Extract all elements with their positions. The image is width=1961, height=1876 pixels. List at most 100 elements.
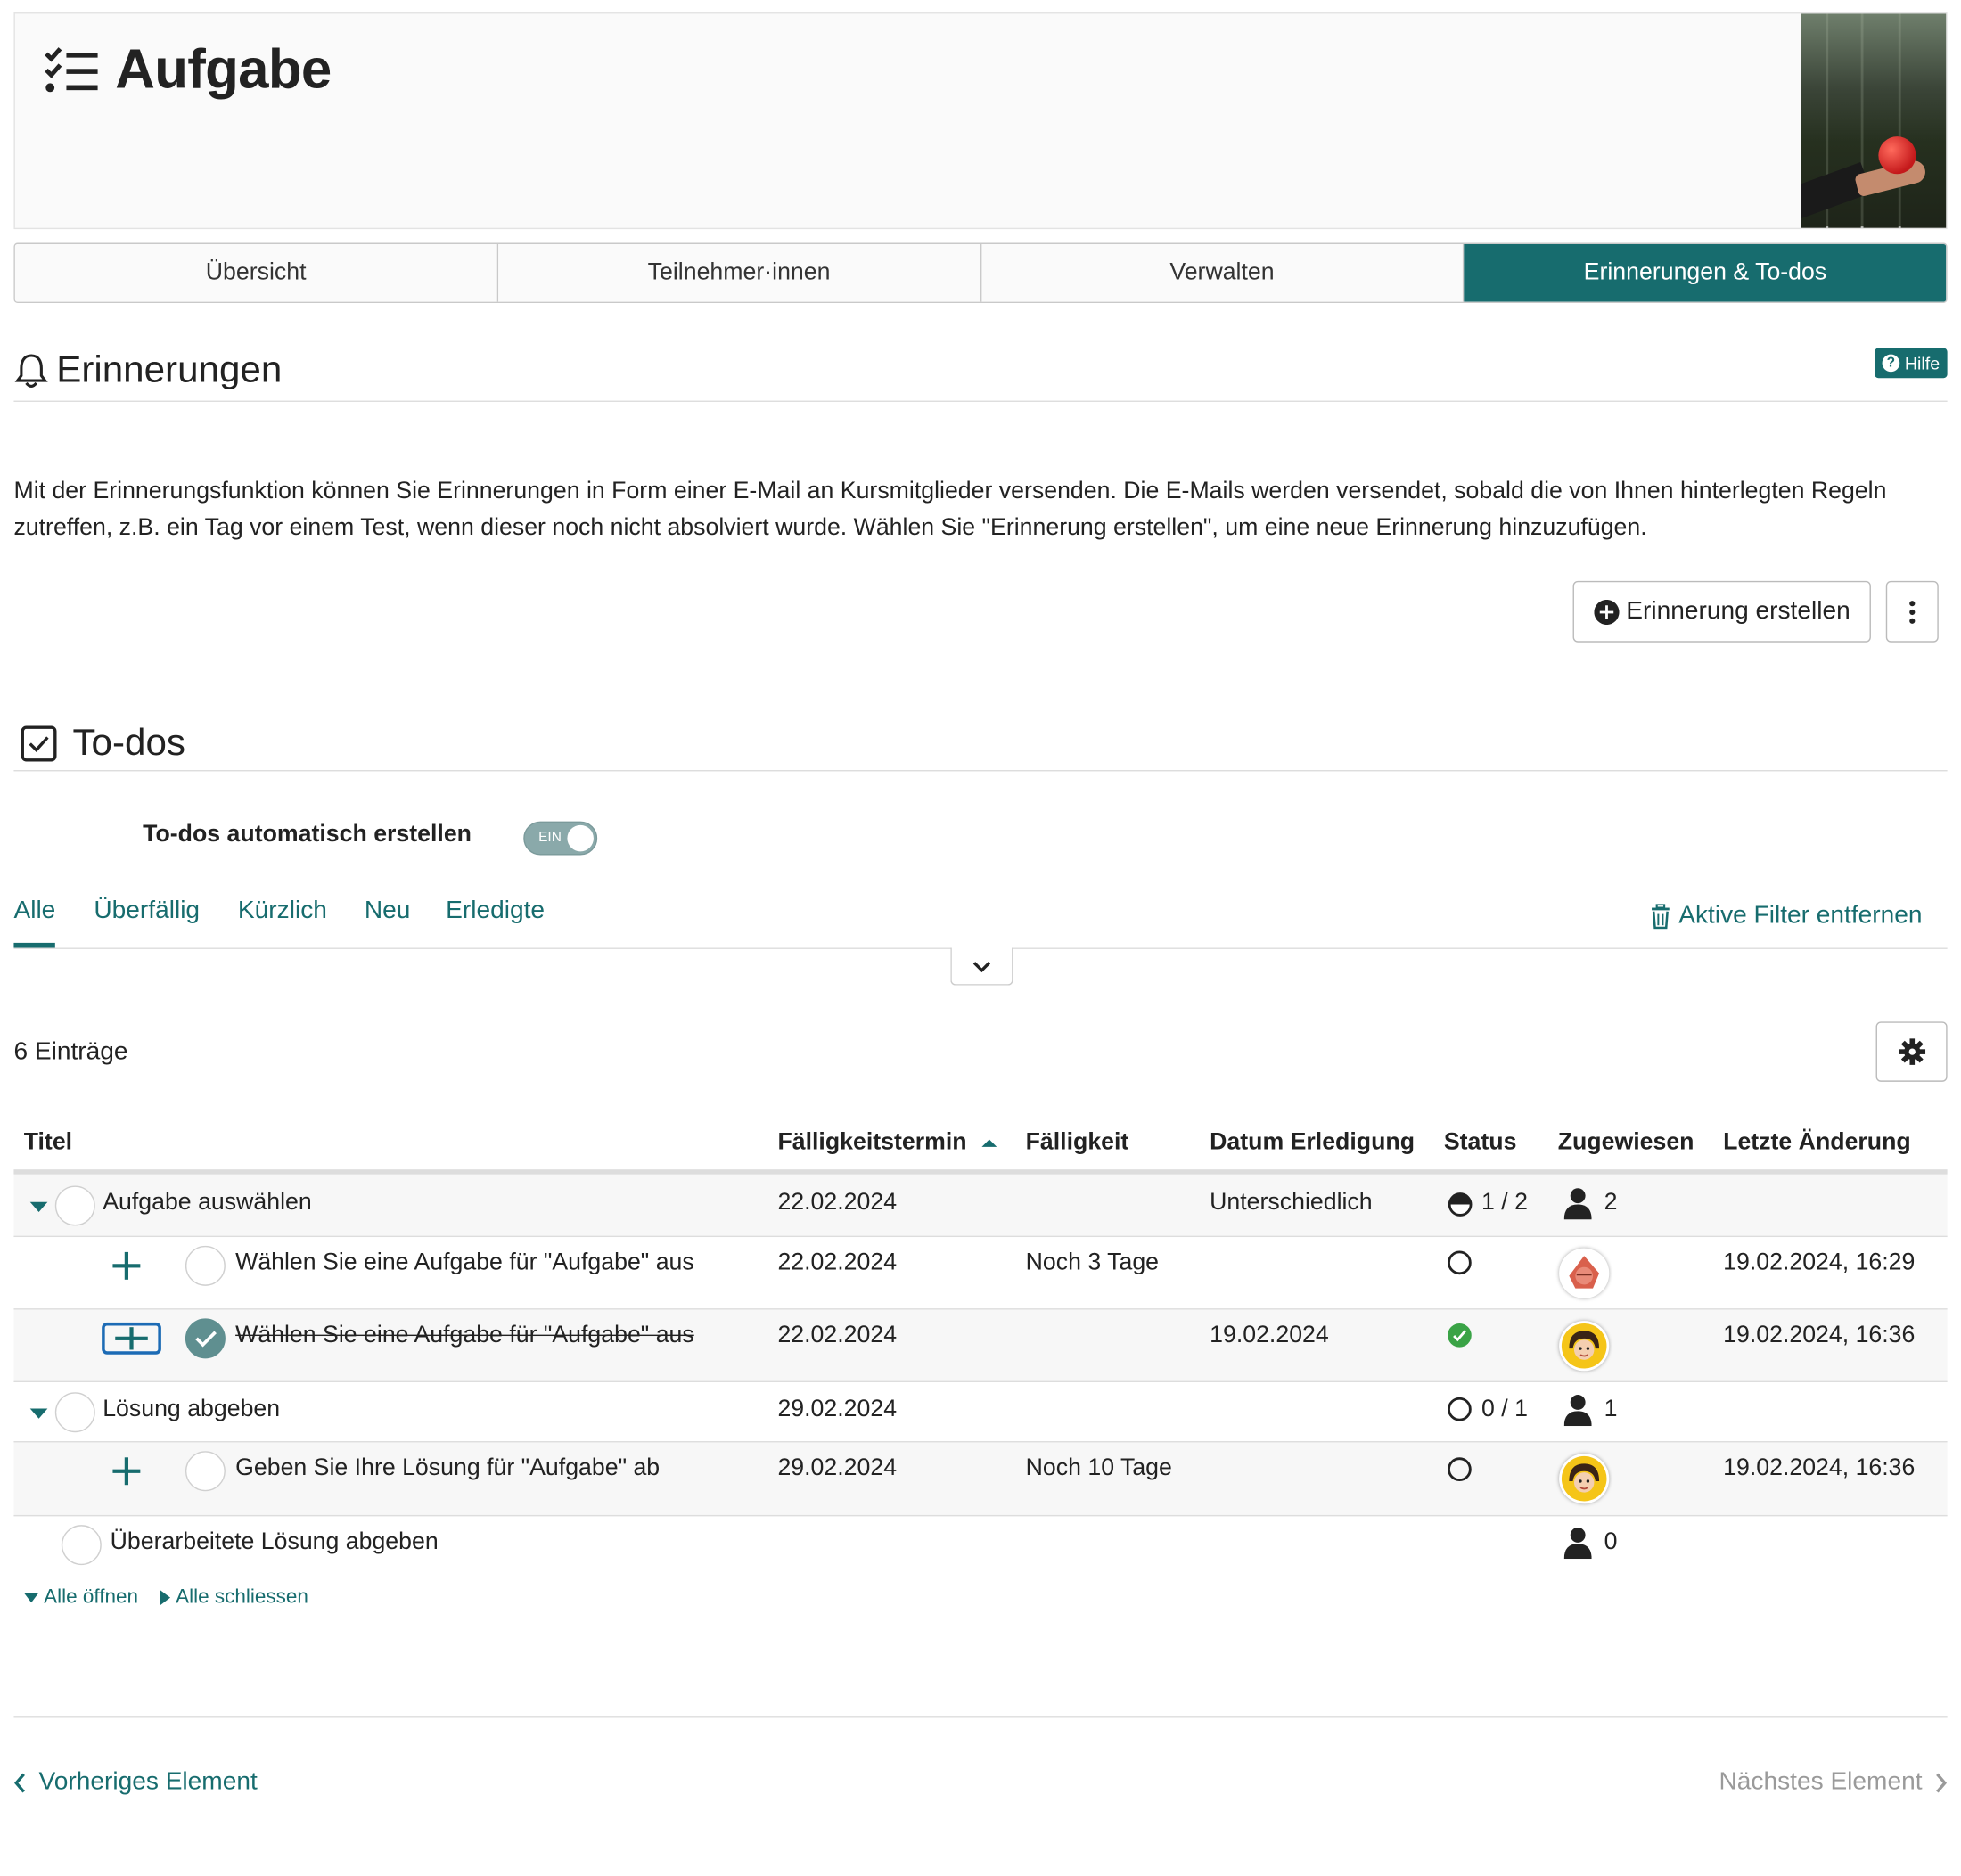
table-row: Geben Sie Ihre Lösung für "Aufgabe" ab 2… — [13, 1442, 1948, 1517]
tab-manage[interactable]: Verwalten — [980, 243, 1465, 302]
col-last-changed[interactable]: Letzte Änderung — [1723, 1129, 1911, 1157]
filter-expand-button[interactable] — [950, 947, 1013, 986]
row-title: Aufgabe auswählen — [103, 1189, 312, 1217]
avatar — [1559, 1454, 1610, 1504]
collapse-caret-icon[interactable] — [29, 1201, 48, 1212]
col-due-date[interactable]: Fälligkeitstermin — [777, 1129, 998, 1157]
caret-right-icon — [160, 1590, 171, 1606]
filter-overdue[interactable]: Überfällig — [94, 897, 200, 943]
todo-checkbox-checked[interactable] — [185, 1318, 226, 1359]
toggle-state-label: EIN — [538, 830, 562, 846]
row-due: 29.02.2024 — [777, 1454, 898, 1481]
col-due-in[interactable]: Fälligkeit — [1026, 1129, 1129, 1157]
next-element-link[interactable]: Nächstes Element — [1719, 1768, 1948, 1797]
course-element-header: Aufgabe — [13, 12, 1948, 230]
next-element-label: Nächstes Element — [1719, 1767, 1923, 1796]
tab-reminders-todos[interactable]: Erinnerungen & To-dos — [1464, 243, 1947, 302]
more-options-button[interactable] — [1885, 580, 1939, 643]
reminders-header: Erinnerungen ? Hilfe — [13, 340, 1948, 402]
table-row: Wählen Sie eine Aufgabe für "Aufgabe" au… — [13, 1309, 1948, 1383]
todo-checkbox[interactable] — [61, 1525, 102, 1566]
row-done-date: Unterschiedlich — [1210, 1189, 1373, 1217]
filter-tabs: Alle Überfällig Kürzlich Neu Erledigte A… — [13, 897, 1948, 949]
bell-icon — [14, 354, 48, 388]
filter-recent[interactable]: Kürzlich — [238, 897, 327, 943]
todo-checkbox[interactable] — [54, 1185, 95, 1226]
page-title: Aufgabe — [115, 38, 332, 101]
task-list-icon — [45, 47, 98, 93]
col-done-date[interactable]: Datum Erledigung — [1210, 1129, 1415, 1157]
tab-participants[interactable]: Teilnehmer·innen — [497, 243, 981, 302]
question-icon: ? — [1882, 354, 1900, 373]
clear-filters-link[interactable]: Aktive Filter entfernen — [1651, 901, 1923, 930]
user-icon — [1563, 1188, 1592, 1220]
plus-square-icon[interactable] — [102, 1322, 161, 1356]
todo-checkbox[interactable] — [54, 1392, 95, 1433]
gear-icon — [1898, 1038, 1925, 1065]
todos-title: To-dos — [72, 722, 185, 764]
footer-divider — [13, 1716, 1948, 1718]
sort-ascending-icon — [981, 1139, 997, 1147]
row-due: 22.02.2024 — [777, 1322, 898, 1349]
close-all-link[interactable]: Alle schliessen — [160, 1586, 308, 1609]
col-assigned[interactable]: Zugewiesen — [1558, 1129, 1694, 1157]
filter-new[interactable]: Neu — [365, 897, 411, 943]
plus-icon[interactable] — [111, 1250, 142, 1281]
help-label: Hilfe — [1904, 353, 1940, 373]
done-status-icon — [1448, 1323, 1472, 1348]
table-settings-button[interactable] — [1875, 1021, 1948, 1082]
avatar — [1559, 1321, 1610, 1372]
open-status-icon — [1448, 1250, 1472, 1275]
plus-circle-icon — [1593, 599, 1619, 625]
checkbox-icon — [21, 725, 57, 762]
table-row: Wählen Sie eine Aufgabe für "Aufgabe" au… — [13, 1237, 1948, 1310]
filter-all[interactable]: Alle — [13, 897, 56, 948]
todo-checkbox[interactable] — [185, 1245, 226, 1286]
plus-icon[interactable] — [111, 1456, 142, 1487]
clear-filters-label: Aktive Filter entfernen — [1678, 901, 1923, 930]
vertical-dots-icon — [1909, 600, 1916, 624]
chevron-down-icon — [972, 961, 991, 972]
table-row: Überarbeitete Lösung abgeben 0 — [13, 1516, 1947, 1572]
open-status-icon — [1448, 1457, 1472, 1481]
toggle-knob — [567, 824, 594, 852]
reminders-description: Mit der Erinnerungsfunktion können Sie E… — [13, 478, 1887, 541]
row-due-in: Noch 3 Tage — [1025, 1249, 1160, 1276]
todos-header: To-dos — [13, 717, 1948, 772]
row-due: 22.02.2024 — [777, 1189, 898, 1217]
check-icon — [195, 1331, 217, 1348]
row-title: Überarbeitete Lösung abgeben — [110, 1528, 439, 1555]
help-button[interactable]: ? Hilfe — [1875, 348, 1948, 379]
trash-icon — [1652, 903, 1670, 929]
row-title: Wählen Sie eine Aufgabe für "Aufgabe" au… — [235, 1249, 694, 1276]
expand-collapse-links: Alle öffnen Alle schliessen — [23, 1586, 308, 1609]
row-changed: 19.02.2024, 16:36 — [1723, 1322, 1916, 1349]
filter-done[interactable]: Erledigte — [446, 897, 545, 943]
row-changed: 19.02.2024, 16:29 — [1723, 1249, 1916, 1276]
collapse-caret-icon[interactable] — [29, 1408, 48, 1419]
create-reminder-button[interactable]: Erinnerung erstellen — [1572, 580, 1871, 643]
row-assigned-count: 1 — [1604, 1396, 1618, 1422]
user-icon — [1563, 1527, 1592, 1560]
user-icon — [1563, 1395, 1592, 1427]
auto-create-toggle[interactable]: EIN — [523, 821, 598, 856]
col-status[interactable]: Status — [1444, 1129, 1517, 1157]
row-status: 1 / 2 — [1481, 1189, 1528, 1217]
col-title[interactable]: Titel — [24, 1129, 72, 1157]
table-row: Aufgabe auswählen 22.02.2024 Unterschied… — [13, 1174, 1948, 1238]
todo-checkbox[interactable] — [185, 1451, 226, 1492]
close-all-label: Alle schliessen — [176, 1586, 308, 1608]
todo-table-header: Titel Fälligkeitstermin Fälligkeit Datum… — [13, 1114, 1948, 1175]
row-due: 22.02.2024 — [777, 1249, 898, 1276]
chevron-right-icon — [1936, 1772, 1948, 1792]
row-assigned-count: 2 — [1604, 1189, 1618, 1217]
row-done-date: 19.02.2024 — [1210, 1322, 1329, 1349]
chevron-left-icon — [14, 1772, 25, 1792]
previous-element-label: Vorheriges Element — [38, 1767, 258, 1796]
tab-overview[interactable]: Übersicht — [14, 243, 498, 302]
caret-down-icon — [23, 1593, 39, 1603]
previous-element-link[interactable]: Vorheriges Element — [13, 1767, 258, 1797]
row-title: Wählen Sie eine Aufgabe für "Aufgabe" au… — [235, 1322, 694, 1349]
open-all-link[interactable]: Alle öffnen — [23, 1586, 138, 1609]
row-title: Lösung abgeben — [103, 1396, 281, 1422]
